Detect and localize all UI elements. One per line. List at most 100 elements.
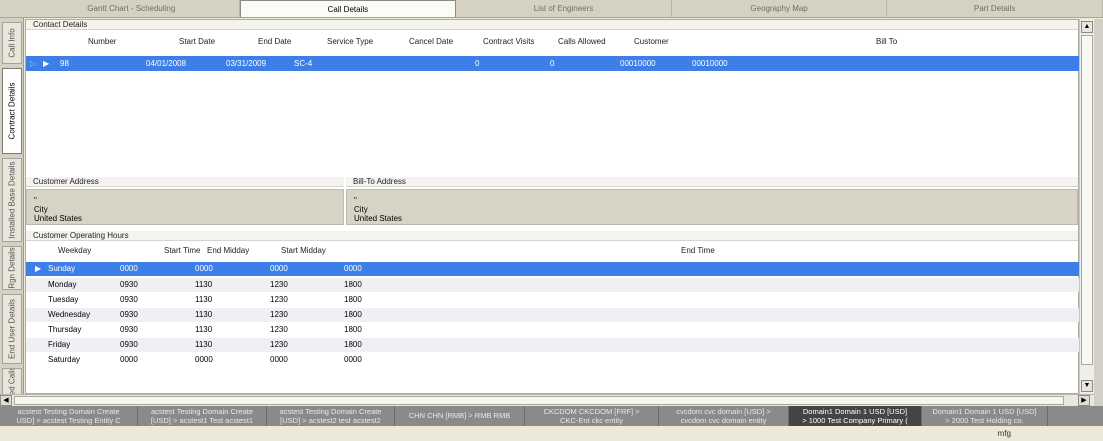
cell-service-type: SC-4	[294, 59, 313, 68]
hours-row[interactable]: ▶ Sunday 0000 0000 0000 0000	[26, 262, 1080, 276]
cell-end-time: 1800	[344, 325, 362, 334]
domain-bar: acstest Testing Domain Create USD] > acst…	[0, 406, 1103, 426]
cell-start-midday: 1230	[270, 325, 288, 334]
cell-end-midday: 1130	[195, 325, 213, 334]
status-bar: mfg	[0, 426, 1103, 441]
domain-item[interactable]: acstest Testing Domain Create USD] > acst…	[0, 406, 138, 426]
cell-start-midday: 1230	[270, 295, 288, 304]
contact-details-header: Number Start Date End Date Service Type …	[26, 36, 1078, 48]
cell-start-time: 0930	[120, 310, 138, 319]
row-marker-icon: ▶	[35, 264, 42, 273]
domain-line2: CKC-Ent ckc entity	[560, 416, 623, 425]
col-end-time[interactable]: End Time	[681, 245, 715, 257]
col-number[interactable]: Number	[88, 36, 116, 48]
cell-start-time: 0000	[120, 355, 138, 364]
cell-start-time: 0000	[120, 264, 138, 273]
cell-weekday: Friday	[48, 340, 71, 349]
top-tab-strip: Gantt Chart - Scheduling Call Details Li…	[0, 0, 1103, 18]
domain-item-selected[interactable]: Domain1 Domain 1 USD [USD] > 1000 Test Co…	[789, 406, 922, 426]
col-customer[interactable]: Customer	[634, 36, 669, 48]
customer-address-city: City	[34, 205, 48, 214]
cell-number: 98	[60, 59, 69, 68]
cell-bill-to: 00010000	[692, 59, 728, 68]
domain-item[interactable]: Domain1 Domain 1 USD [USD] > 2000 Test Ho…	[922, 406, 1048, 426]
cell-start-midday: 0000	[270, 355, 288, 364]
cell-start-date: 04/01/2008	[146, 59, 187, 68]
cell-start-midday: 1230	[270, 280, 288, 289]
cell-customer: 00010000	[620, 59, 656, 68]
bill-to-address-line1: "	[354, 196, 357, 205]
cell-weekday: Tuesday	[48, 295, 79, 304]
domain-item[interactable]: acstest Testing Domain Create [USD] > acs…	[267, 406, 395, 426]
col-contract-visits[interactable]: Contract Visits	[483, 36, 534, 48]
col-start-time[interactable]: Start Time	[164, 245, 200, 257]
tab-list-of-engineers[interactable]: List of Engineers	[456, 0, 672, 17]
scroll-down-icon[interactable]: ▼	[1081, 380, 1093, 392]
cell-weekday: Wednesday	[48, 310, 91, 319]
domain-item[interactable]: acstest Testing Domain Create [USD] > acs…	[138, 406, 267, 426]
cell-end-time: 1800	[344, 340, 362, 349]
cell-calls-allowed: 0	[550, 59, 555, 68]
cell-start-time: 0930	[120, 340, 138, 349]
bill-to-address-country: United States	[354, 214, 403, 223]
contract-row[interactable]: ▷ ▶ 98 04/01/2008 03/31/2009 SC-4 0 0 00…	[26, 56, 1080, 71]
col-calls-allowed[interactable]: Calls Allowed	[558, 36, 606, 48]
domain-line2: > 2000 Test Holding co.	[945, 416, 1024, 425]
vertical-scroll-thumb[interactable]	[1081, 35, 1093, 365]
tab-part-details[interactable]: Part Details	[887, 0, 1103, 17]
cell-start-midday: 1230	[270, 340, 288, 349]
expand-icon[interactable]: ▷	[30, 56, 36, 71]
tab-end-user-details[interactable]: End User Details	[2, 294, 22, 364]
cell-weekday: Monday	[48, 280, 77, 289]
domain-item[interactable]: CKCDOM CKCDOM [FRF] > CKC-Ent ckc entity	[525, 406, 659, 426]
tab-installed-base-details[interactable]: Installed Base Details	[2, 158, 22, 242]
col-start-date[interactable]: Start Date	[179, 36, 215, 48]
tab-gantt-chart[interactable]: Gantt Chart - Scheduling	[24, 0, 240, 17]
vertical-scrollbar[interactable]: ▲ ▼	[1079, 19, 1094, 394]
tab-call-details[interactable]: Call Details	[239, 0, 457, 17]
col-bill-to[interactable]: Bill To	[876, 36, 897, 48]
customer-address-country: United States	[34, 214, 83, 223]
scroll-right-icon[interactable]: ▶	[1078, 395, 1090, 406]
window-edge	[1094, 19, 1103, 406]
domain-item[interactable]: CHN CHN [RMB] > RMB RMB	[395, 406, 525, 426]
tab-rgn-details[interactable]: Rgn Details	[2, 246, 22, 290]
domain-line2: [USD] > acstest2 test acstest2	[280, 416, 381, 425]
col-end-date[interactable]: End Date	[258, 36, 291, 48]
customer-address-box: " City United States	[26, 189, 344, 225]
tab-contract-details[interactable]: Contract Details	[2, 68, 22, 154]
horizontal-scroll-thumb[interactable]	[14, 396, 1064, 405]
cell-end-midday: 1130	[195, 295, 213, 304]
horizontal-scrollbar[interactable]: ◀ ▶	[0, 394, 1094, 406]
cell-weekday: Saturday	[48, 355, 81, 364]
row-marker-icon: ▶	[43, 59, 50, 68]
tab-call-info[interactable]: Call Info	[2, 22, 22, 64]
scroll-left-icon[interactable]: ◀	[0, 395, 12, 406]
cell-weekday: Thursday	[48, 325, 82, 334]
cell-start-time: 0930	[120, 325, 138, 334]
col-cancel-date[interactable]: Cancel Date	[409, 36, 453, 48]
domain-line2: USD] > acstest Testing Entity C	[16, 416, 121, 425]
hours-row[interactable]: Tuesday 0930 1130 1230 1800	[26, 293, 1080, 307]
scroll-up-icon[interactable]: ▲	[1081, 21, 1093, 33]
hours-row[interactable]: Friday 0930 1130 1230 1800	[26, 338, 1080, 352]
domain-line1: CKCDOM CKCDOM [FRF] >	[543, 407, 640, 416]
cell-end-date: 03/31/2009	[226, 59, 267, 68]
domain-line2: > 1000 Test Company Primary (	[802, 416, 908, 425]
left-tab-strip: Call Info Contract Details Installed Bas…	[0, 18, 24, 398]
domain-line1: CHN CHN [RMB] > RMB RMB	[408, 411, 511, 420]
domain-line2: cvcdom cvc domain entity	[680, 416, 767, 425]
col-weekday[interactable]: Weekday	[58, 245, 91, 257]
hours-row[interactable]: Wednesday 0930 1130 1230 1800	[26, 308, 1080, 322]
col-end-midday[interactable]: End Midday	[207, 245, 249, 257]
hours-row[interactable]: Saturday 0000 0000 0000 0000	[26, 353, 1080, 367]
hours-row[interactable]: Monday 0930 1130 1230 1800	[26, 278, 1080, 292]
domain-item[interactable]: cvcdom cvc domain [USD] > cvcdom cvc doma…	[659, 406, 789, 426]
tab-geography-map[interactable]: Geography Map	[672, 0, 888, 17]
contact-details-title: Contact Details	[26, 20, 1078, 30]
col-start-midday[interactable]: Start Midday	[281, 245, 326, 257]
status-user: mfg	[997, 429, 1011, 438]
col-service-type[interactable]: Service Type	[327, 36, 373, 48]
hours-row[interactable]: Thursday 0930 1130 1230 1800	[26, 323, 1080, 337]
customer-address-title: Customer Address	[26, 177, 344, 187]
